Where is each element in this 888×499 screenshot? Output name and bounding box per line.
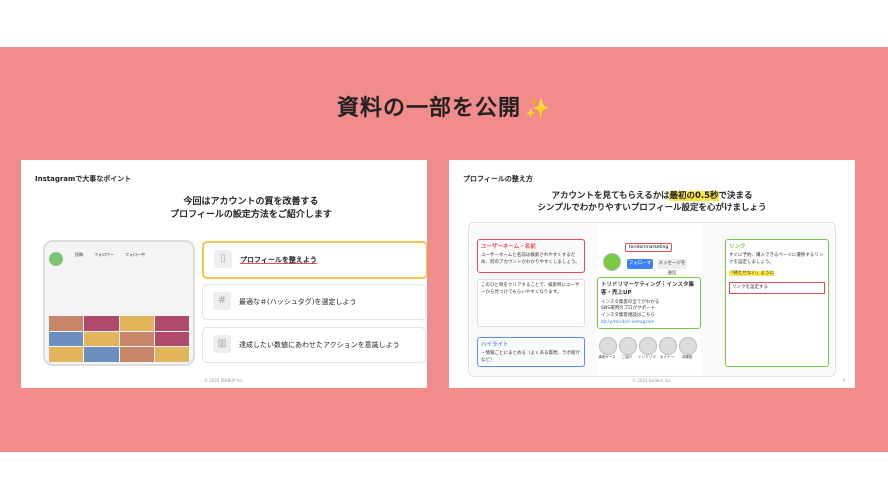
heading-line-1: アカウントを見てもらえるかは最初の0.5秒で決まる — [489, 190, 815, 202]
slide-heading: 今回はアカウントの質を改善する プロフィールの設定方法をご紹介します — [121, 196, 381, 222]
bio-box-label: トリドリマーケティング｜インスタ集客・売上UP — [601, 282, 694, 297]
highlight-label: トリドリマ — [638, 355, 656, 359]
highlight-label: 事例ケース — [598, 355, 616, 359]
banner-title-text: 資料の一部を公開 — [337, 96, 522, 121]
bio-link[interactable]: bit.ly/toridori-instagram — [601, 320, 697, 327]
link-box-text: すぐに予約、購入できるページに遷移するリンクを設定しましょう。 — [729, 253, 824, 265]
heading-highlight: 最初の0.5秒 — [669, 191, 719, 201]
heading-pre: アカウントを見てもらえるかは — [551, 191, 670, 201]
slide-footer: © 2024 SHIBUP Inc. — [204, 378, 244, 383]
stat-following: フォロー中 — [125, 252, 145, 257]
card-actions: ▥ 達成したい数値にあわせたアクションを意識しよう — [202, 327, 426, 363]
username-box-text: ユーザーネームと名前は検索されやすくするため、何のアカウントかわかりやすくしまし… — [481, 253, 580, 265]
heading-line-2: プロフィールの設定方法をご紹介します — [170, 210, 332, 221]
card-label: プロフィールを整えよう — [240, 256, 317, 264]
card-label: 最適な＃(ハッシュタグ)を選定しよう — [239, 298, 357, 306]
page-number: 4 — [842, 378, 845, 383]
profile-diagram: ユーザーネーム・名前 ユーザーネームと名前は検索されやすくするため、何のアカウン… — [468, 222, 836, 377]
link-box-highlight: 「待たせない」ように — [729, 270, 774, 276]
phone-mockup: 投稿 フォロワー フォロー中 — [43, 240, 195, 366]
avatar — [49, 252, 63, 266]
profile-name-tag: toridorimarketing — [625, 243, 673, 252]
sparkle-icon: ✨ — [525, 96, 551, 120]
stat-followers: フォロワー — [94, 252, 114, 257]
post-grid — [49, 316, 189, 362]
slide-title: プロフィールの整え方 — [463, 175, 533, 183]
username-box-label: ユーザーネーム・名前 — [481, 244, 536, 250]
highlight-label: ご紹介 — [621, 355, 633, 359]
slide-footer: © 2024 toridori Inc. — [632, 378, 672, 383]
link-box: リンク すぐに予約、購入できるページに遷移するリンクを設定しましょう。 「待たせ… — [725, 239, 829, 367]
hashtag-icon: # — [213, 292, 231, 310]
profile-stats: 投稿 フォロワー フォロー中 — [75, 252, 145, 258]
highlight-box-text: ・情報ごとにまとめる（よくある質問、ラボ紹介など） — [481, 351, 580, 363]
profile-mockup: toridorimarketing フォローする メッセージを送信 トリドリマー… — [597, 225, 701, 375]
heading-line-1: 今回はアカウントの質を改善する — [183, 197, 319, 207]
username-box: ユーザーネーム・名前 ユーザーネームと名前は検索されやすくするため、何のアカウン… — [477, 239, 585, 273]
bio-box: トリドリマーケティング｜インスタ集客・売上UP インスタ集客の全てがわかる SN… — [597, 277, 701, 329]
search-box-text: このひと目をクリアすることで、検索時にユーザーから見つけてもらいやすくなります。 — [481, 283, 580, 295]
card-label: 達成したい数値にあわせたアクションを意識しよう — [239, 341, 400, 349]
bio-line: インスタ集客相談はこちら — [601, 313, 655, 318]
banner-title: 資料の一部を公開 ✨ — [0, 90, 888, 122]
profile-avatar — [603, 253, 621, 271]
heading-post: で決まる — [718, 191, 753, 201]
highlight-label: セミナー — [660, 355, 674, 359]
slide-instagram-points: Instagramで大事なポイント 今回はアカウントの質を改善する プロフィール… — [21, 160, 427, 388]
highlight-box-label: ハイライト — [481, 342, 509, 348]
link-box-extra: リンクを設定する — [729, 281, 825, 295]
link-box-label: リンク — [729, 244, 746, 250]
search-box: このひと目をクリアすることで、検索時にユーザーから見つけてもらいやすくなります。 — [477, 279, 585, 327]
message-button[interactable]: メッセージを送信 — [657, 259, 687, 276]
chart-icon: ▥ — [213, 335, 231, 353]
follow-button[interactable]: フォローする — [627, 259, 653, 276]
slide-heading: アカウントを見てもらえるかは最初の0.5秒で決まる シンプルでわかりやすいプロフ… — [489, 190, 815, 215]
card-hashtag: # 最適な＃(ハッシュタグ)を選定しよう — [202, 284, 426, 320]
slide-profile-setup: プロフィールの整え方 アカウントを見てもらえるかは最初の0.5秒で決まる シンプ… — [449, 160, 855, 388]
bio-line: SNS運用のプロがサポート — [601, 306, 656, 312]
phone-icon: ▯ — [214, 250, 232, 268]
card-profile: ▯ プロフィールを整えよう — [202, 241, 427, 279]
highlight-label: 沖縄旅 — [681, 355, 693, 359]
stat-posts: 投稿 — [75, 252, 83, 257]
heading-line-2: シンプルでわかりやすいプロフィール設定を心がけましょう — [537, 203, 767, 214]
slide-title: Instagramで大事なポイント — [35, 175, 132, 183]
highlight-box: ハイライト ・情報ごとにまとめる（よくある質問、ラボ紹介など） — [477, 337, 585, 367]
